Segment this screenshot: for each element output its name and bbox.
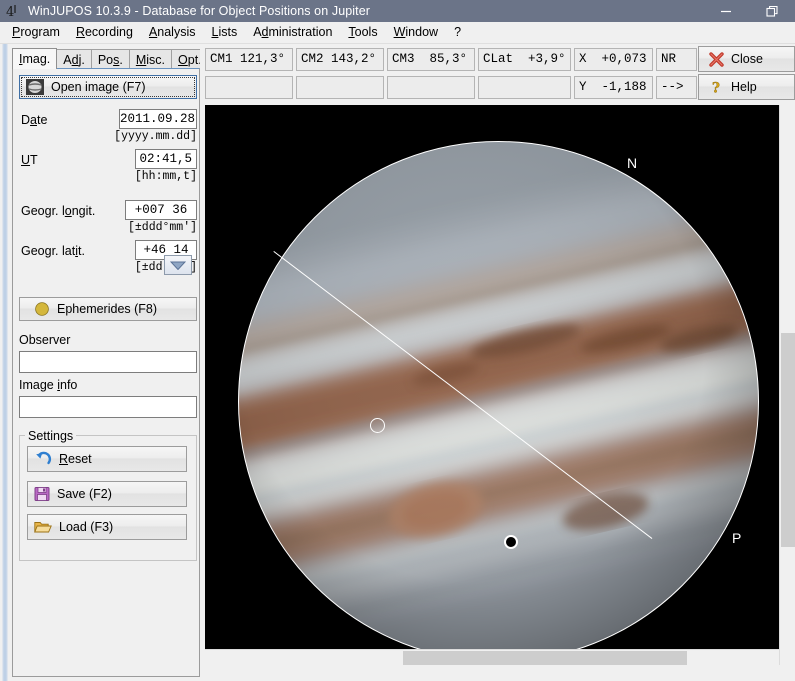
vertical-scroll-thumb[interactable] (781, 333, 795, 547)
undo-arrow-icon (34, 451, 52, 467)
cm1-field: CM1 121,3° (205, 48, 293, 71)
red-x-icon (709, 52, 724, 67)
planet-thumbnail-icon (26, 79, 44, 95)
menu-bar: Program Recording Analysis Lists Adminis… (0, 22, 795, 44)
north-pole-label: N (627, 155, 637, 171)
empty-field-3 (387, 76, 475, 99)
reset-button[interactable]: Reset (27, 446, 187, 472)
settings-group-title: Settings (25, 429, 76, 443)
y-coord-field: Y -1,188 (574, 76, 653, 99)
longitude-label: Geogr. longit. (21, 204, 95, 218)
svg-text:?: ? (712, 80, 720, 95)
image-info-input[interactable] (19, 396, 197, 418)
tab-pos[interactable]: Pos. (91, 49, 130, 69)
menu-analysis[interactable]: Analysis (141, 23, 204, 42)
open-image-button[interactable]: Open image (F7) (19, 75, 197, 99)
tab-strip: Imag. Adj. Pos. Misc. Opt. (12, 48, 200, 69)
reset-label: Reset (59, 452, 92, 466)
longitude-hint: [±ddd°mm'] (105, 221, 197, 234)
menu-program[interactable]: Program (4, 23, 68, 42)
date-input[interactable]: 2011.09.28 (119, 109, 197, 129)
tab-adj[interactable]: Adj. (56, 49, 92, 69)
empty-field-2 (296, 76, 384, 99)
x-coord-field: X +0,073 (574, 48, 653, 71)
minimize-button[interactable] (703, 0, 749, 22)
cm3-field: CM3 85,3° (387, 48, 475, 71)
vertical-scrollbar[interactable] (779, 105, 795, 665)
observer-label: Observer (19, 333, 70, 347)
load-button[interactable]: Load (F3) (27, 514, 187, 540)
date-hint: [yyyy.mm.dd] (109, 130, 197, 143)
window-title: WinJUPOS 10.3.9 - Database for Object Po… (28, 4, 370, 18)
ut-hint: [hh:mm,t] (109, 170, 197, 183)
ut-input[interactable]: 02:41,5 (135, 149, 197, 169)
tab-imag[interactable]: Imag. (12, 48, 57, 69)
planet-sphere-icon (34, 301, 50, 317)
horizontal-scroll-thumb[interactable] (403, 651, 687, 665)
winjupos-icon: 4 (5, 3, 21, 19)
observer-input[interactable] (19, 351, 197, 373)
open-image-label: Open image (F7) (51, 80, 145, 94)
horizontal-scrollbar[interactable] (205, 649, 779, 665)
load-label: Load (F3) (59, 520, 113, 534)
menu-window[interactable]: Window (386, 23, 446, 42)
ut-label: UT (21, 153, 38, 167)
grs-marker[interactable] (370, 418, 385, 433)
question-mark-icon: ? (709, 80, 724, 95)
window-controls (703, 0, 795, 22)
empty-field-4 (478, 76, 571, 99)
tab-misc[interactable]: Misc. (129, 49, 172, 69)
chevron-down-icon[interactable] (164, 255, 192, 275)
menu-recording[interactable]: Recording (68, 23, 141, 42)
latitude-label: Geogr. latit. (21, 244, 85, 258)
client-area: Imag. Adj. Pos. Misc. Opt. Open image (F… (0, 44, 795, 681)
center-marker[interactable] (504, 535, 518, 549)
svg-text:4: 4 (6, 5, 14, 19)
date-label: Date (21, 113, 47, 127)
save-label: Save (F2) (57, 487, 112, 501)
nr-field: NR (656, 48, 697, 71)
ephemerides-label: Ephemerides (F8) (57, 302, 157, 316)
menu-lists[interactable]: Lists (203, 23, 245, 42)
menu-administration[interactable]: Administration (245, 23, 340, 42)
folder-open-icon (34, 519, 52, 535)
menu-tools[interactable]: Tools (340, 23, 385, 42)
panel-gutter (0, 44, 10, 681)
clat-field: CLat +3,9° (478, 48, 571, 71)
next-arrow-field[interactable]: --> (656, 76, 697, 99)
winjupos-window: 4 WinJUPOS 10.3.9 - Database for Object … (0, 0, 795, 681)
empty-field-1 (205, 76, 293, 99)
title-bar: 4 WinJUPOS 10.3.9 - Database for Object … (0, 0, 795, 22)
help-button[interactable]: ? Help (698, 74, 795, 100)
menu-help[interactable]: ? (446, 23, 469, 42)
p-point-label: P (732, 530, 741, 546)
save-button[interactable]: Save (F2) (27, 481, 187, 507)
longitude-input[interactable]: +007 36 (125, 200, 197, 220)
cm2-field: CM2 143,2° (296, 48, 384, 71)
imag-tab-panel: Open image (F7) Date 2011.09.28 [yyyy.mm… (12, 68, 200, 677)
help-label: Help (731, 80, 757, 94)
close-label: Close (731, 52, 763, 66)
close-button[interactable]: Close (698, 46, 795, 72)
jupiter-disc (238, 141, 759, 662)
image-info-label: Image info (19, 378, 77, 392)
image-view-container: N P (205, 105, 795, 681)
restore-button[interactable] (749, 0, 795, 22)
floppy-disk-icon (34, 486, 50, 502)
ephemerides-button[interactable]: Ephemerides (F8) (19, 297, 197, 321)
jupiter-image-canvas[interactable]: N P (205, 105, 779, 665)
coordinate-toolbar: CM1 121,3° CM2 143,2° CM3 85,3° CLat +3,… (200, 44, 795, 104)
